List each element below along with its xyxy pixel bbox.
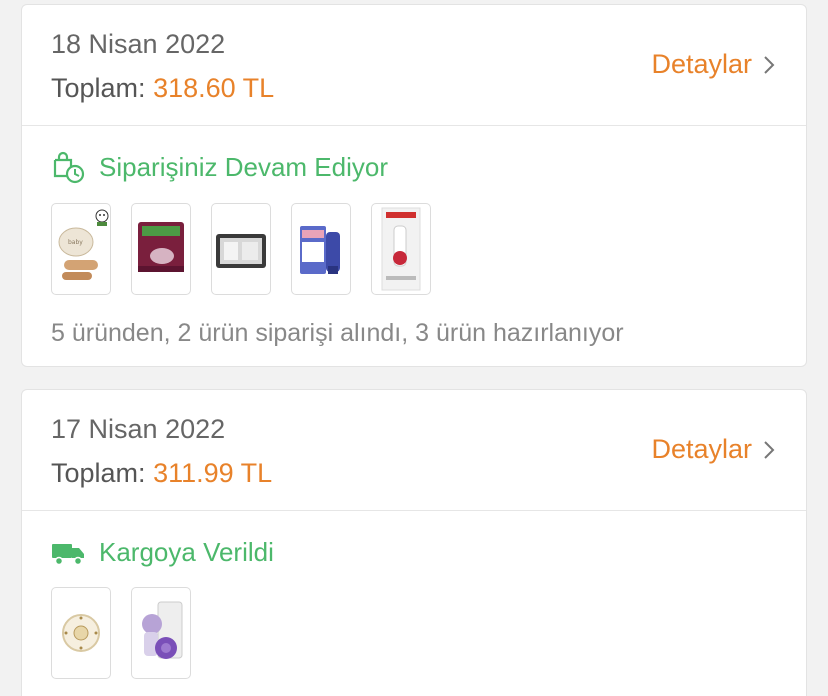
order-status: Kargoya Verildi: [51, 535, 274, 569]
order-total: Toplam: 318.60 TL: [51, 73, 274, 104]
brush-set-product-image: baby: [58, 209, 109, 280]
order-date: 18 Nisan 2022: [51, 29, 226, 59]
details-link[interactable]: Detaylar: [651, 434, 776, 465]
order-total: Toplam: 311.99 TL: [51, 458, 272, 489]
details-link[interactable]: Detaylar: [651, 49, 776, 80]
bag-clock-icon: [53, 151, 85, 184]
product-thumbnail[interactable]: baby: [51, 203, 111, 295]
pacifier-product-image: [62, 614, 100, 652]
product-thumbnails: [51, 587, 211, 679]
chevron-right-icon: [764, 55, 775, 74]
total-label: Toplam:: [51, 73, 146, 103]
product-thumbnail[interactable]: [291, 203, 351, 295]
order-card: 18 Nisan 2022 Toplam: 318.60 TL Detaylar…: [21, 4, 807, 367]
details-label: Detaylar: [651, 49, 752, 79]
chevron-right-icon: [764, 440, 775, 459]
details-label: Detaylar: [651, 434, 752, 464]
status-label: Kargoya Verildi: [99, 536, 274, 567]
cream-tube-product-image: [300, 226, 340, 274]
total-amount: 318.60 TL: [153, 73, 275, 103]
svg-text:baby: baby: [68, 239, 83, 246]
total-amount: 311.99 TL: [153, 458, 273, 488]
total-label: Toplam:: [51, 458, 146, 488]
breast-pump-product-image: [142, 601, 183, 659]
product-thumbnail[interactable]: [131, 203, 191, 295]
product-thumbnails: baby: [51, 203, 451, 295]
bottle-box-product-image: [381, 207, 421, 291]
diaper-pack-product-image: [138, 222, 184, 272]
product-thumbnail[interactable]: [211, 203, 271, 295]
product-thumbnail[interactable]: [51, 587, 111, 679]
order-card: 17 Nisan 2022 Toplam: 311.99 TL Detaylar…: [21, 389, 807, 696]
truck-icon: [52, 544, 84, 566]
order-date: 17 Nisan 2022: [51, 414, 226, 444]
order-header: 18 Nisan 2022 Toplam: 318.60 TL Detaylar: [22, 5, 806, 126]
product-thumbnail[interactable]: [371, 203, 431, 295]
order-summary: 5 üründen, 2 ürün siparişi alındı, 3 ürü…: [51, 319, 624, 347]
organizer-bag-product-image: [216, 234, 266, 268]
order-status: Siparişiniz Devam Ediyor: [51, 150, 388, 184]
order-header: 17 Nisan 2022 Toplam: 311.99 TL Detaylar: [22, 390, 806, 511]
product-thumbnail[interactable]: [131, 587, 191, 679]
status-label: Siparişiniz Devam Ediyor: [99, 151, 388, 182]
